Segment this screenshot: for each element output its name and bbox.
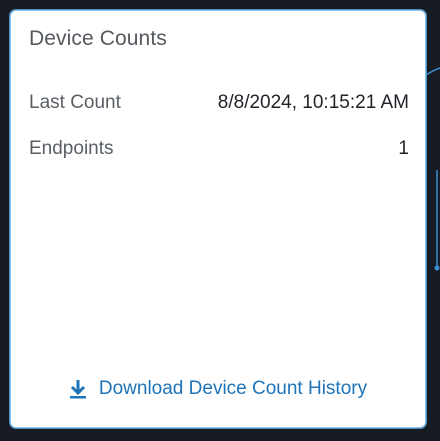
last-count-row: Last Count 8/8/2024, 10:15:21 AM (29, 90, 409, 116)
card-title: Device Counts (29, 27, 167, 50)
download-device-count-history-link[interactable]: Download Device Count History (11, 375, 425, 403)
endpoints-value: 1 (398, 138, 409, 159)
download-link-label: Download Device Count History (98, 378, 368, 399)
last-count-label: Last Count (29, 92, 121, 113)
device-counts-card: Device Counts Last Count 8/8/2024, 10:15… (10, 10, 426, 428)
download-icon (69, 379, 87, 399)
endpoints-row: Endpoints 1 (29, 136, 409, 162)
last-count-value: 8/8/2024, 10:15:21 AM (217, 92, 409, 113)
endpoints-label: Endpoints (29, 138, 114, 159)
